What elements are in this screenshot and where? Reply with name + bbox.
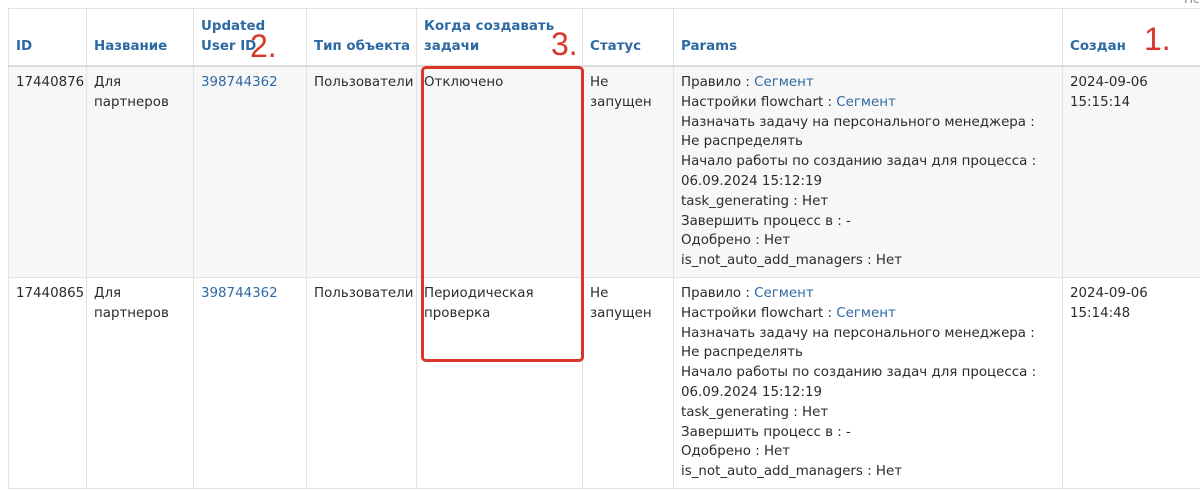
param-rule-value: Сегмент <box>754 75 814 90</box>
annotation-number-3: 3. <box>551 26 578 62</box>
truncated-corner-text: Пс <box>1184 0 1200 6</box>
param-assign: Назначать задачу на персонального менедж… <box>681 325 1035 361</box>
cell-status: Не запущен <box>582 276 674 489</box>
annotation-highlight-box <box>421 66 584 362</box>
cell-object-type: Пользователи <box>306 276 417 489</box>
param-rule-label: Правило : <box>681 75 755 90</box>
param-rule: Правило : Сегмент <box>681 73 1056 93</box>
cell-name: Для партнеров <box>86 65 194 278</box>
param-task-generating: task_generating : Нет <box>681 404 829 420</box>
updated-user-link[interactable]: 398744362 <box>201 286 278 301</box>
param-flowchart-label: Настройки flowchart : <box>681 94 837 110</box>
column-header-params[interactable]: Params <box>673 8 1063 67</box>
updated-user-link[interactable]: 398744362 <box>201 75 278 90</box>
table-header-row: ID Название Updated User ID Тип объекта … <box>8 8 1200 67</box>
param-finish: Завершить процесс в : - <box>681 424 851 440</box>
param-flowchart: Настройки flowchart : Сегмент <box>681 304 1056 324</box>
annotation-number-1: 1. <box>1144 21 1171 57</box>
param-auto-add: is_not_auto_add_managers : Нет <box>681 253 903 269</box>
param-flowchart-value: Сегмент <box>836 305 896 321</box>
cell-object-type: Пользователи <box>306 65 417 278</box>
param-rule-label: Правило : <box>681 285 755 301</box>
param-approved: Одобрено : Нет <box>681 233 791 249</box>
cell-updated-user-id: 398744362 <box>193 65 307 278</box>
table-row: 17440876 Для партнеров 398744362 Пользов… <box>8 65 1200 278</box>
cell-updated-user-id: 398744362 <box>193 276 307 489</box>
column-header-id[interactable]: ID <box>8 8 87 67</box>
annotation-number-2: 2. <box>250 28 277 64</box>
cell-created: 2024-09-06 15:14:48 <box>1062 276 1200 489</box>
param-assign: Назначать задачу на персонального менедж… <box>681 114 1035 150</box>
cell-status: Не запущен <box>582 65 674 278</box>
param-finish: Завершить процесс в : - <box>681 213 851 229</box>
processes-table: ID Название Updated User ID Тип объекта … <box>8 8 1200 489</box>
param-task-generating: task_generating : Нет <box>681 193 829 209</box>
table-row: 17440865 Для партнеров 398744362 Пользов… <box>8 276 1200 489</box>
cell-id: 17440876 <box>8 65 87 278</box>
cell-id: 17440865 <box>8 276 87 489</box>
param-approved: Одобрено : Нет <box>681 444 791 460</box>
param-rule: Правило : Сегмент <box>681 284 1056 304</box>
param-flowchart: Настройки flowchart : Сегмент <box>681 93 1056 113</box>
param-flowchart-value: Сегмент <box>836 94 896 110</box>
column-header-name[interactable]: Название <box>86 8 194 67</box>
cell-name: Для партнеров <box>86 276 194 489</box>
column-header-created[interactable]: Создан <box>1062 8 1200 67</box>
param-start: Начало работы по созданию задач для проц… <box>681 154 1037 189</box>
cell-params: Правило : Сегмент Настройки flowchart : … <box>673 65 1063 278</box>
param-rule-value: Сегмент <box>754 285 814 301</box>
column-header-object-type[interactable]: Тип объекта <box>306 8 417 67</box>
column-header-status[interactable]: Статус <box>582 8 674 67</box>
param-auto-add: is_not_auto_add_managers : Нет <box>681 464 903 480</box>
param-flowchart-label: Настройки flowchart : <box>681 305 837 321</box>
cell-params: Правило : Сегмент Настройки flowchart : … <box>673 276 1063 489</box>
cell-created: 2024-09-06 15:15:14 <box>1062 65 1200 278</box>
param-start: Начало работы по созданию задач для проц… <box>681 365 1037 400</box>
